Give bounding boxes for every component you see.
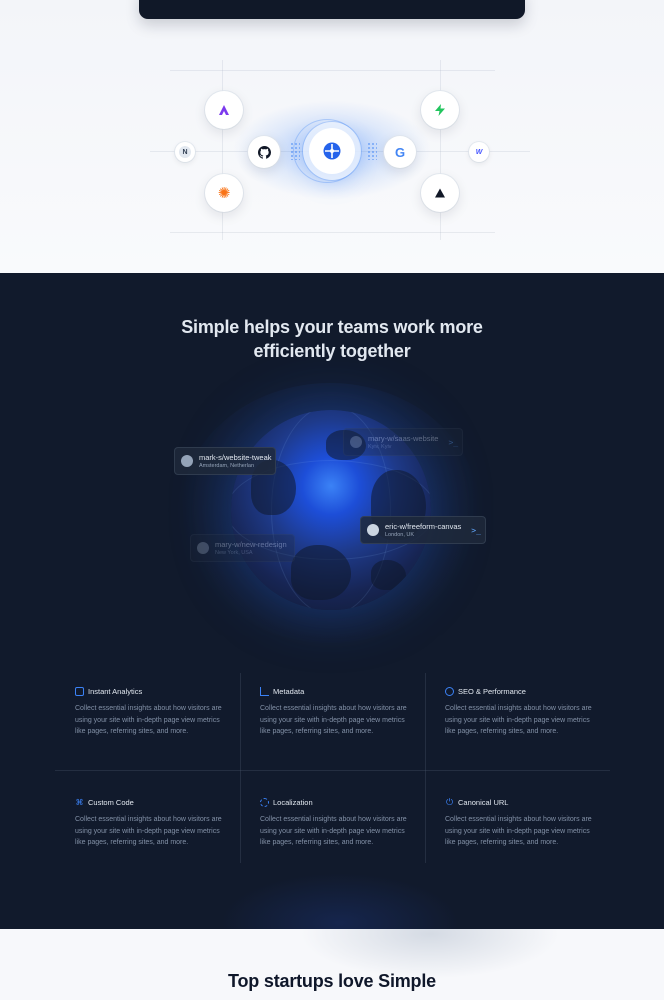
supabase-node[interactable] — [421, 91, 459, 129]
repo-location: Kyiv, Kyiv — [368, 443, 392, 450]
avatar — [181, 455, 193, 467]
feature-description: Collect essential insights about how vis… — [445, 705, 592, 736]
github-node[interactable] — [248, 136, 280, 168]
webflow-node[interactable]: W — [469, 142, 489, 162]
feature-item: Metadata Collect essential insights abou… — [240, 673, 425, 768]
framer-icon — [219, 105, 229, 115]
feature-description: Collect essential insights about how vis… — [260, 816, 407, 847]
framer-node[interactable] — [205, 91, 243, 129]
notion-icon: N — [179, 146, 191, 158]
repo-location: New York, USA — [215, 549, 253, 556]
seo-icon — [445, 686, 454, 696]
repo-location: London, UK — [385, 531, 415, 538]
startups-section: Top startups love Simple — [0, 929, 664, 1000]
dots-decoration — [290, 142, 300, 160]
section-headline: Simple helps your teams work more effici… — [0, 315, 664, 363]
repo-location: Amsterdam, Netherlan — [199, 462, 255, 469]
repo-chip[interactable]: mary-w/new-redesign New York, USA — [190, 534, 295, 562]
dots-decoration — [367, 142, 377, 160]
repo-name: mary-w/saas-website — [368, 433, 439, 443]
features-grid: Instant Analytics Collect essential insi… — [55, 673, 610, 863]
vercel-node[interactable] — [421, 174, 459, 212]
repo-name: mary-w/new-redesign — [215, 539, 287, 549]
feature-item: ⌘ Custom Code Collect essential insights… — [55, 784, 240, 879]
teams-section: Simple helps your teams work more effici… — [0, 273, 664, 929]
feature-item: Localization Collect essential insights … — [240, 784, 425, 879]
supabase-icon — [435, 104, 445, 116]
grid-line — [440, 60, 441, 240]
terminal-icon: >_ — [448, 437, 459, 447]
google-icon: G — [394, 144, 406, 160]
simple-logo-node[interactable] — [309, 128, 355, 174]
asterisk-icon: ✺ — [217, 184, 231, 202]
feature-item: Instant Analytics Collect essential insi… — [55, 673, 240, 768]
avatar — [197, 542, 209, 554]
metadata-icon — [260, 686, 269, 696]
google-node[interactable]: G — [384, 136, 416, 168]
feature-title: Localization — [273, 797, 313, 807]
feature-title: Instant Analytics — [88, 686, 143, 696]
canonical-url-icon: ⏻ — [445, 796, 454, 807]
feature-description: Collect essential insights about how vis… — [260, 705, 407, 736]
analytics-icon — [75, 686, 84, 696]
repo-name: eric-w/freeform-canvas — [385, 521, 462, 531]
avatar — [367, 524, 379, 536]
feature-description: Collect essential insights about how vis… — [75, 705, 222, 736]
feature-title: SEO & Performance — [458, 686, 526, 696]
localization-icon — [260, 797, 269, 807]
avatar — [350, 436, 362, 448]
simple-logo-icon — [323, 142, 341, 160]
headline-line-2: efficiently together — [253, 341, 411, 361]
headline-line-1: Simple helps your teams work more — [181, 317, 483, 337]
vercel-icon — [435, 188, 445, 198]
asterisk-node[interactable]: ✺ — [205, 174, 243, 212]
repo-chip[interactable]: mark-s/website-tweak Amsterdam, Netherla… — [174, 447, 276, 475]
repo-name: mark-s/website-tweak — [199, 452, 272, 462]
feature-item: ⏻ Canonical URL Collect essential insigh… — [425, 784, 610, 879]
integrations-section: N G W ✺ — [0, 0, 664, 273]
startups-title: Top startups love Simple — [228, 971, 436, 991]
repo-chip[interactable]: mary-w/saas-website Kyiv, Kyiv >_ — [343, 428, 463, 456]
custom-code-icon: ⌘ — [75, 797, 84, 807]
notion-node[interactable]: N — [175, 142, 195, 162]
feature-title: Metadata — [273, 686, 305, 696]
repo-chip[interactable]: eric-w/freeform-canvas London, UK >_ — [360, 516, 486, 544]
bottom-glow — [220, 873, 460, 929]
grid-line — [222, 60, 223, 240]
grid-line — [170, 232, 495, 233]
github-icon — [257, 145, 271, 159]
feature-item: SEO & Performance Collect essential insi… — [425, 673, 610, 768]
webflow-icon: W — [475, 148, 483, 156]
preview-card — [139, 0, 525, 19]
feature-description: Collect essential insights about how vis… — [75, 816, 222, 847]
feature-description: Collect essential insights about how vis… — [445, 816, 592, 847]
terminal-icon: >_ — [471, 525, 481, 535]
feature-title: Canonical URL — [458, 797, 509, 807]
grid-line — [170, 70, 495, 71]
feature-title: Custom Code — [88, 797, 134, 807]
